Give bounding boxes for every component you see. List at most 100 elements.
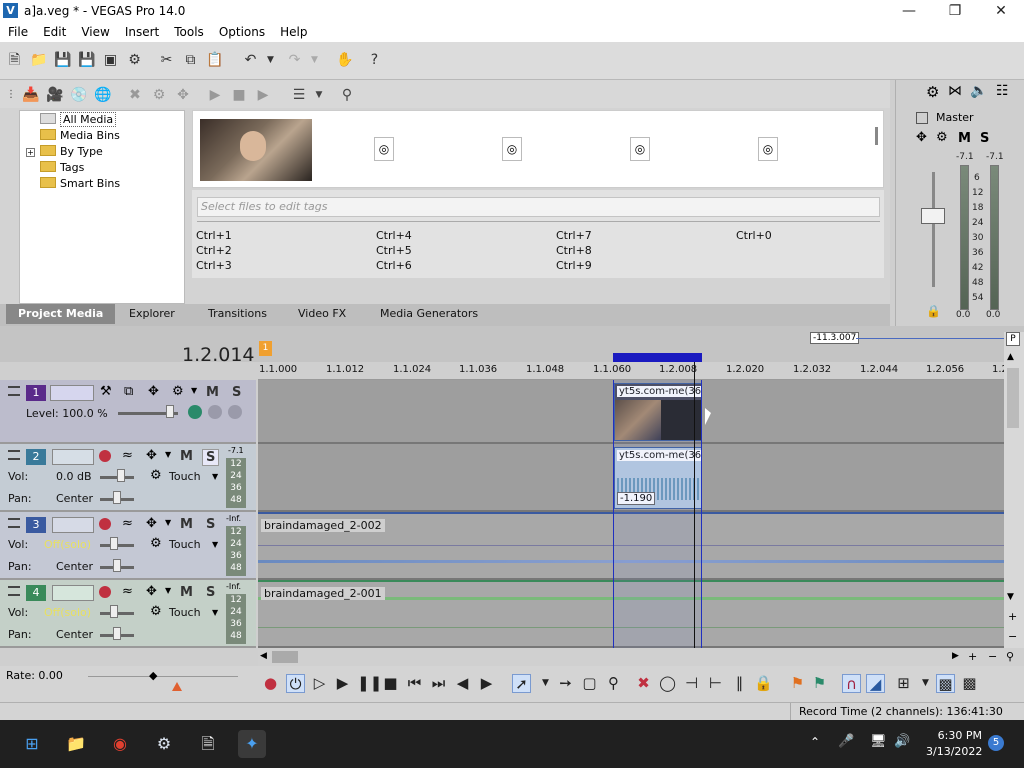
tree-item-by-type[interactable]: + By Type [26,144,103,159]
tab-transitions[interactable]: Transitions [196,304,279,324]
pan-icon[interactable]: ✥ [916,130,927,145]
settings-icon[interactable]: ⚙ [926,83,939,101]
rate-slider[interactable] [88,676,238,677]
master-mute-button[interactable]: M [958,131,971,146]
help-icon[interactable]: ? [366,52,383,69]
search-icon[interactable]: ⚲ [338,86,356,104]
horizontal-scrollbar[interactable]: ◀ ▶ + − ⚲ [258,648,1024,666]
track-name-field[interactable] [50,385,94,401]
copy-icon[interactable]: ⧉ [182,52,199,69]
arm-record-icon[interactable] [99,450,111,462]
lock-icon[interactable]: 🔒 [926,304,941,318]
delete-icon[interactable]: ✖ [634,674,653,693]
clip-name[interactable]: braindamaged_2-002 [261,519,385,532]
audio-file-icon[interactable]: ◎ [630,137,650,161]
selection-tool-icon[interactable]: ▢ [580,674,599,693]
tree-item-tags[interactable]: Tags [40,160,84,175]
chrome-icon[interactable]: ◉ [106,730,134,758]
fx-dropdown-icon[interactable]: ▼ [165,518,171,527]
track-name-field[interactable] [52,449,94,465]
render-icon[interactable]: ▣ [102,52,119,69]
tab-project-media[interactable]: Project Media [6,304,116,324]
menu-tools[interactable]: Tools [166,22,211,39]
auto-preview-icon[interactable]: ▶ [254,86,272,104]
menu-edit[interactable]: Edit [35,22,73,39]
region-tool-icon[interactable]: ⚑ [810,674,829,693]
menu-view[interactable]: View [73,22,116,39]
solo-button[interactable]: S [206,517,215,532]
fx-icon[interactable]: ⚙ [936,130,948,145]
lock-grouping-icon[interactable]: ▩ [936,674,955,693]
tag-shortcut[interactable]: Ctrl+2 [196,244,232,257]
pan-crop-icon[interactable]: ✥ [174,86,192,104]
master-solo-button[interactable]: S [980,131,989,146]
track-fx-icon[interactable]: ⚙ [172,384,184,399]
mute-button[interactable]: M [180,585,193,600]
track-header-4[interactable]: 4 ≈ ✥ ▼ M S Vol: Off(solo) ⚙ Touch ▼ Pan… [0,580,256,648]
loop-playback-icon[interactable]: ⏻ [286,674,305,693]
video-thumbnail[interactable] [200,119,312,181]
solo-button[interactable]: S [232,385,241,400]
tag-shortcut[interactable]: Ctrl+0 [736,229,772,242]
scroll-thumb[interactable] [272,651,298,663]
maximize-icon[interactable]: ❐ [932,0,978,22]
parent-overlay-icon[interactable] [208,405,222,419]
scroll-up-icon[interactable]: ▲ [1007,352,1014,362]
loop-region-bar[interactable] [613,353,702,362]
go-to-end-icon[interactable]: ⏭ [429,674,448,693]
track-fx-icon[interactable]: ✥ [146,448,157,463]
invert-phase-icon[interactable]: ≈ [122,448,133,463]
save-as-icon[interactable]: 💾 [78,52,95,69]
pin-icon[interactable]: P [1006,332,1020,346]
enable-snapping-icon[interactable]: ✋ [336,52,353,69]
automation-mode[interactable]: Touch [169,470,201,483]
scroll-thumb[interactable] [1007,368,1019,428]
play-from-start-icon[interactable]: ▷ [310,674,329,693]
marker-flag[interactable]: 1 [259,341,272,356]
properties-icon[interactable]: ⚙ [126,52,143,69]
arm-record-icon[interactable] [99,586,111,598]
media-fx-icon[interactable]: ⚙ [150,86,168,104]
ripple-dropdown-icon[interactable]: ▼ [916,674,935,693]
disc-import-icon[interactable]: 💿 [70,86,88,104]
menu-insert[interactable]: Insert [117,22,166,39]
trim-start-icon[interactable]: ⊣ [682,674,701,693]
capture-icon[interactable]: 🎥 [46,86,64,104]
collapse-icon[interactable] [8,518,20,528]
fx-dropdown-icon[interactable]: ▼ [191,386,197,395]
mode-dropdown-icon[interactable]: ▼ [212,608,218,617]
menu-options[interactable]: Options [211,22,272,39]
parent-gen-icon[interactable] [228,405,242,419]
go-to-start-icon[interactable]: ⏮ [405,674,424,693]
tags-input[interactable]: Select files to edit tags [197,197,880,217]
master-fader[interactable] [921,208,945,224]
tag-shortcut[interactable]: Ctrl+1 [196,229,232,242]
time-ruler[interactable]: 1.1.000 1.1.012 1.1.024 1.1.036 1.1.048 … [258,362,1011,380]
network-icon[interactable]: 🖥 [870,734,887,749]
paste-icon[interactable]: 📋 [206,52,223,69]
track-name-field[interactable] [52,585,94,601]
menu-file[interactable]: File [0,22,35,39]
trim-end-icon[interactable]: ⊢ [706,674,725,693]
steam-icon[interactable]: ⚙ [150,730,178,758]
tag-shortcut[interactable]: Ctrl+9 [556,259,592,272]
microphone-icon[interactable]: 🎤 [838,734,854,749]
mute-button[interactable]: M [180,517,193,532]
marker-tool-icon[interactable]: ⚑ [788,674,807,693]
close-icon[interactable]: ✕ [978,0,1024,22]
track-fx-icon[interactable]: ✥ [146,516,157,531]
pause-icon[interactable]: ❚❚ [357,674,382,693]
tree-item-smart-bins[interactable]: Smart Bins [40,176,120,191]
menu-help[interactable]: Help [272,22,314,39]
envelope-tool-icon[interactable]: ➙ [556,674,575,693]
notification-badge[interactable]: 5 [988,735,1004,751]
invert-phase-icon[interactable]: ≈ [122,584,133,599]
cut-icon[interactable]: ✂ [158,52,175,69]
tab-video-fx[interactable]: Video FX [286,304,358,324]
tag-shortcut[interactable]: Ctrl+6 [376,259,412,272]
undo-dropdown-icon[interactable]: ▼ [262,52,279,69]
pan-knob[interactable] [113,627,121,640]
snapping-icon[interactable]: ∩ [842,674,861,693]
file-explorer-icon[interactable]: 📁 [62,730,90,758]
vol-knob[interactable] [117,469,125,482]
